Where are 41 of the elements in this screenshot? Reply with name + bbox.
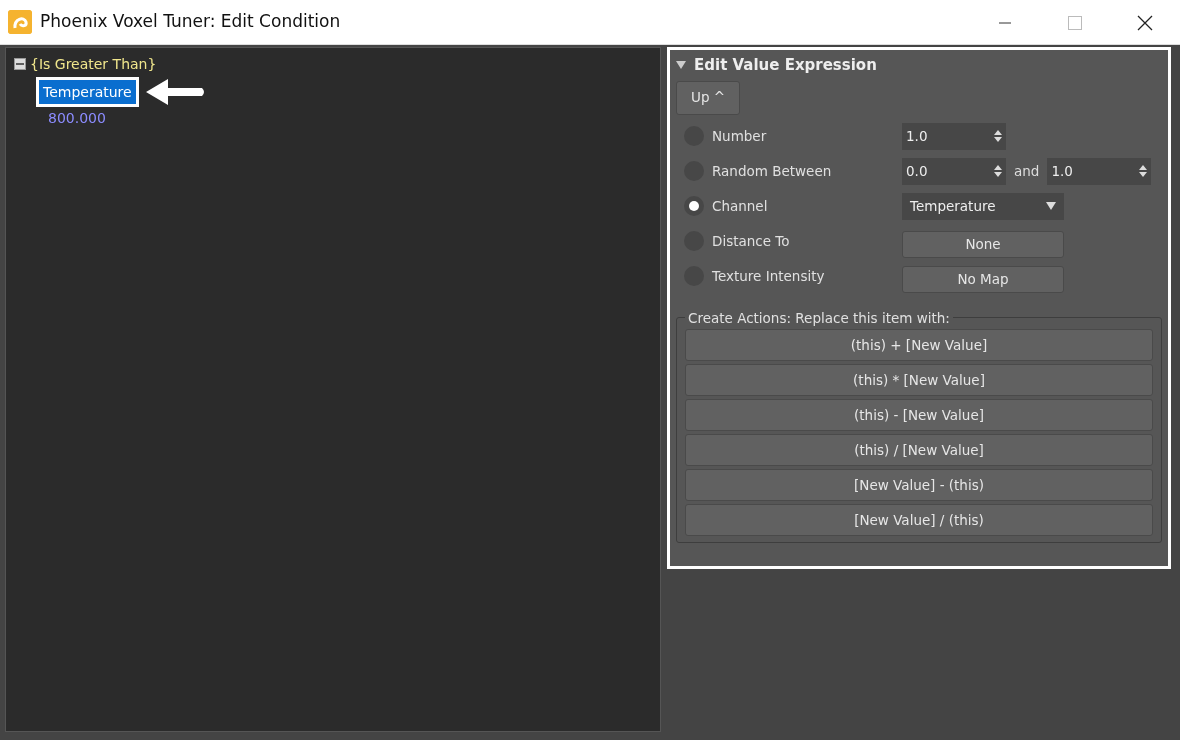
up-button[interactable]: Up ^ [676, 80, 741, 115]
number-spinner[interactable]: 1.0 [1047, 157, 1152, 185]
close-icon [1137, 14, 1153, 31]
action-button[interactable]: [New Value] - (this) [685, 468, 1153, 501]
group-legend: Create Actions: Replace this item with: [685, 309, 953, 326]
window-title: Phoenix Voxel Tuner: Edit Condition [40, 10, 341, 34]
option-label: Distance To [712, 231, 791, 251]
radio-button[interactable] [684, 196, 704, 216]
collapse-toggle[interactable] [676, 61, 686, 70]
field-value: 1.0 [1051, 161, 1073, 181]
picker-button[interactable]: No Map [902, 265, 1064, 293]
action-button[interactable]: (this) + [New Value] [685, 328, 1153, 361]
dropdown-caret-icon [1046, 202, 1056, 210]
field-value: 1.0 [906, 126, 928, 146]
action-button[interactable]: (this) - [New Value] [685, 398, 1153, 431]
collapse-toggle[interactable] [14, 58, 26, 70]
triangle-icon [676, 61, 686, 70]
maximize-icon [1068, 15, 1082, 30]
action-button[interactable]: (this) / [New Value] [685, 433, 1153, 466]
option-label: Texture Intensity [712, 266, 826, 286]
tree-node[interactable]: Temperature [39, 80, 136, 104]
spinner-arrows-icon[interactable] [994, 129, 1002, 143]
tree-node[interactable]: 800.000 [44, 107, 110, 129]
option-label: Random Between [712, 161, 833, 181]
spinner-arrows-icon[interactable] [994, 164, 1002, 178]
number-spinner[interactable]: 1.0 [902, 122, 1006, 150]
number-spinner[interactable]: 0.0 [902, 157, 1006, 185]
spinner-arrows-icon[interactable] [1139, 164, 1148, 178]
action-button[interactable]: [New Value] / (this) [685, 503, 1153, 536]
field-value: 0.0 [906, 161, 928, 181]
dropdown-value: Temperature [910, 196, 996, 216]
and-label: and [1014, 161, 1040, 181]
minus-icon [16, 60, 24, 68]
panel-title: Edit Value Expression [694, 55, 877, 76]
option-label: Channel [712, 196, 769, 216]
app-logo-icon [8, 10, 32, 34]
action-button[interactable]: (this) * [New Value] [685, 363, 1153, 396]
channel-dropdown[interactable]: Temperature [902, 192, 1064, 220]
tree-node[interactable]: {Is Greater Than} [30, 53, 157, 75]
picker-button[interactable]: None [902, 230, 1064, 258]
option-label: Number [712, 126, 768, 146]
